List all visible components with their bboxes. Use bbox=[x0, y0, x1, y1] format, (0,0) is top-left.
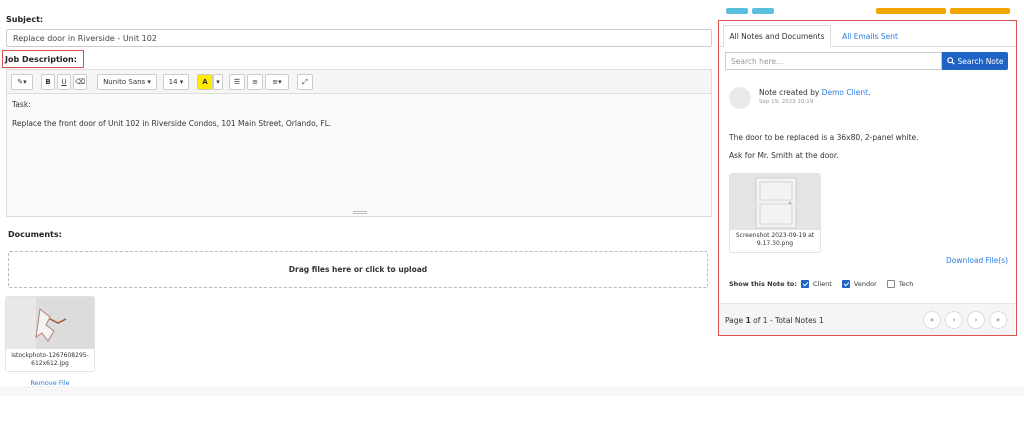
bullet-list-icon[interactable]: ☰ bbox=[229, 74, 245, 90]
editor-line: Replace the front door of Unit 102 in Ri… bbox=[12, 118, 332, 128]
notes-panel: All Notes and Documents All Emails Sent … bbox=[718, 20, 1017, 336]
eraser-icon[interactable]: ⌫ bbox=[73, 74, 87, 90]
font-family-value: Nunito Sans bbox=[103, 78, 146, 86]
next-page-button[interactable]: › bbox=[967, 311, 985, 329]
note-author-line: Note created by Demo Client. bbox=[759, 88, 870, 97]
note-search-input[interactable]: Search here... bbox=[725, 52, 942, 70]
page-total: of 1 - Total Notes 1 bbox=[753, 316, 824, 325]
first-page-button[interactable]: « bbox=[923, 311, 941, 329]
note-attachment[interactable]: Screenshot 2023-09-19 at 9.17.30.png bbox=[729, 173, 821, 253]
notes-tabs: All Notes and Documents All Emails Sent bbox=[719, 21, 1016, 47]
note-text: The door to be replaced is a 36x80, 2-pa… bbox=[729, 133, 919, 142]
vendor-label: Vendor bbox=[853, 280, 877, 288]
remove-file-link[interactable]: Remove File bbox=[5, 379, 95, 387]
underline-button[interactable]: U bbox=[57, 74, 71, 90]
page: Subject: Replace door in Riverside - Uni… bbox=[0, 0, 1024, 428]
editor-content[interactable]: Task: Replace the front door of Unit 102… bbox=[7, 94, 711, 143]
tab-all-notes[interactable]: All Notes and Documents bbox=[723, 25, 831, 47]
bold-button[interactable]: B bbox=[41, 74, 55, 90]
note-visibility: Show this Note to: Client Vendor Tech bbox=[729, 280, 913, 288]
tech-checkbox[interactable] bbox=[886, 280, 895, 288]
vendor-checkbox[interactable] bbox=[841, 280, 850, 288]
subject-label: Subject: bbox=[6, 15, 44, 24]
note-created-prefix: Note created by bbox=[759, 88, 820, 97]
door-image bbox=[730, 174, 820, 230]
editor-line: Task: bbox=[12, 100, 31, 109]
current-page: 1 bbox=[745, 316, 751, 325]
font-size-dropdown[interactable]: 14 ▾ bbox=[163, 74, 189, 90]
subject-input[interactable]: Replace door in Riverside - Unit 102 bbox=[6, 29, 712, 47]
avatar bbox=[729, 87, 751, 109]
highlight-color-button[interactable]: A bbox=[197, 74, 213, 90]
attachment-thumbnail bbox=[730, 174, 820, 230]
page-info: Page 1 of 1 - Total Notes 1 bbox=[725, 316, 824, 325]
job-description-label: Job Description: bbox=[5, 55, 77, 64]
file-name: istockphoto-1267608295-612x612.jpg bbox=[11, 352, 89, 368]
top-action-bar[interactable] bbox=[876, 8, 946, 14]
highlight-color-dropdown[interactable]: ▾ bbox=[213, 74, 223, 90]
rich-text-editor[interactable]: ✎▾ B U ⌫ Nunito Sans ▾ 14 ▾ A ▾ ☰ ≡ ≡▾ ⤢… bbox=[6, 69, 712, 217]
client-label: Client bbox=[813, 280, 832, 288]
broken-wall-image bbox=[6, 297, 94, 349]
magic-wand-icon[interactable]: ✎▾ bbox=[11, 74, 33, 90]
search-icon bbox=[946, 57, 955, 65]
prev-page-button[interactable]: ‹ bbox=[945, 311, 963, 329]
note-author-suffix: . bbox=[868, 88, 871, 97]
documents-label: Documents: bbox=[8, 230, 62, 239]
attachment-name: Screenshot 2023-09-19 at 9.17.30.png bbox=[735, 232, 815, 248]
dropzone-text: Drag files here or click to upload bbox=[288, 265, 428, 274]
editor-toolbar: ✎▾ B U ⌫ Nunito Sans ▾ 14 ▾ A ▾ ☰ ≡ ≡▾ ⤢ bbox=[7, 70, 711, 94]
top-status-bar bbox=[752, 8, 774, 14]
align-dropdown[interactable]: ≡▾ bbox=[265, 74, 289, 90]
tech-label: Tech bbox=[898, 280, 914, 288]
top-action-bar[interactable] bbox=[950, 8, 1010, 14]
note-author-link[interactable]: Demo Client bbox=[822, 88, 868, 97]
font-family-dropdown[interactable]: Nunito Sans ▾ bbox=[97, 74, 157, 90]
client-checkbox[interactable] bbox=[801, 280, 809, 288]
font-size-value: 14 bbox=[168, 78, 178, 86]
top-status-bar bbox=[726, 8, 748, 14]
bottom-strip bbox=[0, 386, 1024, 396]
pagination-footer: Page 1 of 1 - Total Notes 1 « ‹ › » bbox=[719, 303, 1015, 335]
fullscreen-icon[interactable]: ⤢ bbox=[297, 74, 313, 90]
search-note-button[interactable]: Search Note bbox=[942, 52, 1008, 70]
file-thumbnail bbox=[6, 297, 94, 349]
note-date: Sep 19, 2023 10:19 bbox=[759, 99, 814, 105]
note-text: Ask for Mr. Smith at the door. bbox=[729, 151, 839, 160]
file-dropzone[interactable]: Drag files here or click to upload bbox=[8, 251, 708, 288]
last-page-button[interactable]: » bbox=[989, 311, 1007, 329]
show-note-label: Show this Note to: bbox=[729, 280, 797, 288]
page-prefix: Page bbox=[725, 316, 744, 325]
numbered-list-icon[interactable]: ≡ bbox=[247, 74, 263, 90]
note-item: Note created by Demo Client. Sep 19, 202… bbox=[723, 77, 1012, 299]
uploaded-file-card: istockphoto-1267608295-612x612.jpg bbox=[5, 296, 95, 372]
editor-resize-handle[interactable] bbox=[353, 211, 367, 214]
search-note-label: Search Note bbox=[957, 56, 1004, 66]
download-files-link[interactable]: Download File(s) bbox=[946, 256, 1008, 265]
tab-all-emails[interactable]: All Emails Sent bbox=[835, 25, 905, 47]
